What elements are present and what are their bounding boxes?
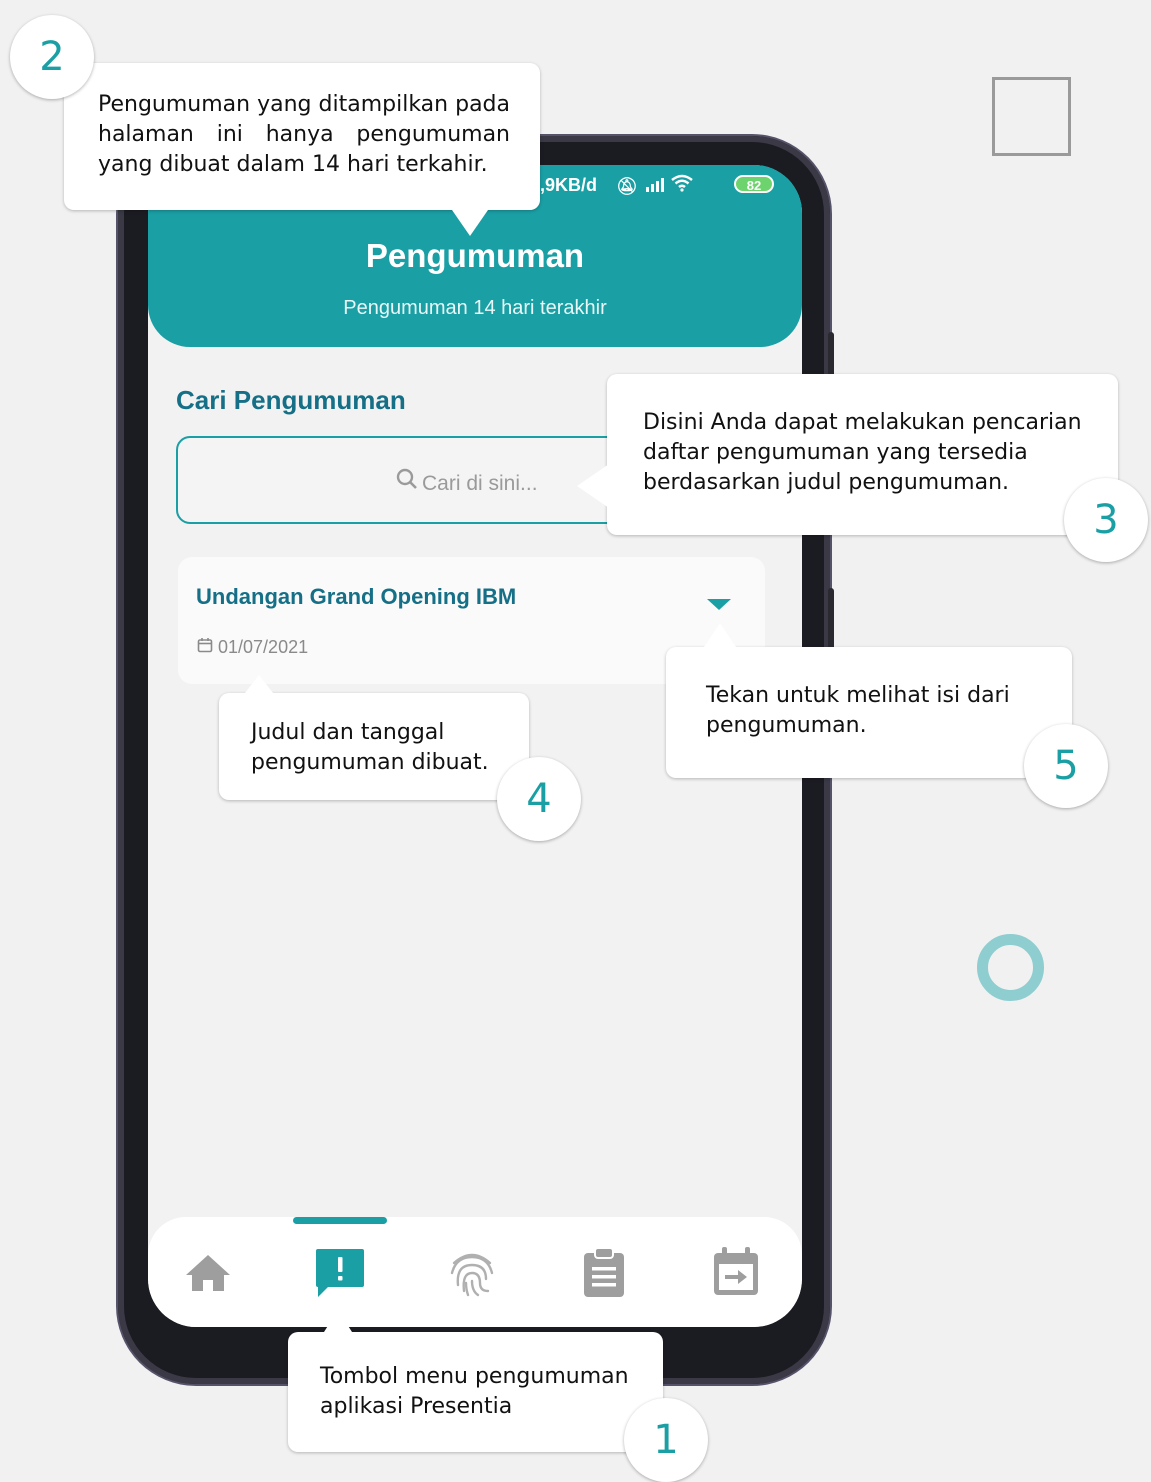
announcement-date: 01/07/2021 [218, 637, 309, 657]
callout-1: Tombol menu pengumuman aplikasi Presenti… [288, 1310, 663, 1452]
page-title: Pengumuman [365, 237, 585, 274]
callout-1-number: 1 [624, 1398, 708, 1482]
battery-indicator: 82 [734, 175, 774, 193]
callout-4-text: Judul dan tanggal pengumuman dibuat. [251, 720, 489, 775]
status-icons: 🔕︎ [616, 174, 694, 197]
callout-3-number: 3 [1064, 478, 1148, 562]
page-subtitle: Pengumuman 14 hari terakhir [343, 297, 607, 319]
callout-4-tail [245, 675, 273, 693]
callout-5-tail [704, 623, 736, 647]
search-icon [396, 468, 418, 496]
callout-2-tail [452, 210, 488, 236]
nav-announcement[interactable] [312, 1245, 368, 1301]
callout-2: Pengumuman yang ditampilkan pada halaman… [64, 63, 540, 236]
nav-home[interactable] [180, 1245, 236, 1301]
callout-5-text: Tekan untuk melihat isi dari pengumuman. [706, 683, 1010, 738]
callout-4: Judul dan tanggal pengumuman dibuat. [219, 675, 529, 800]
callout-3-tail [577, 464, 609, 508]
fingerprint-icon [450, 1253, 494, 1297]
callout-2-text: Pengumuman yang ditampilkan pada halaman… [98, 92, 510, 177]
decorative-square [992, 77, 1071, 156]
announcement-date-row: 01/07/2021 [197, 637, 308, 658]
nav-calendar[interactable] [708, 1245, 764, 1301]
callout-3-text: Disini Anda dapat melakukan pencarian da… [643, 410, 1082, 495]
network-speed: ,9KB/d [540, 175, 598, 195]
search-placeholder: Cari di sini... [422, 472, 538, 495]
decorative-ring [977, 934, 1044, 1001]
mute-icon: 🔕︎ [616, 177, 644, 196]
callout-3: Disini Anda dapat melakukan pencarian da… [577, 374, 1118, 535]
callout-5: Tekan untuk melihat isi dari pengumuman. [666, 623, 1072, 778]
home-icon [186, 1255, 230, 1291]
announcement-title: Undangan Grand Opening IBM [196, 584, 517, 609]
bottom-nav [148, 1217, 802, 1327]
search-placeholder-row: Cari di sini... [396, 468, 538, 496]
clipboard-icon [584, 1247, 624, 1297]
expand-caret-icon[interactable] [707, 599, 731, 610]
callout-1-text: Tombol menu pengumuman aplikasi Presenti… [320, 1364, 629, 1419]
callout-4-number: 4 [497, 757, 581, 841]
callout-2-number: 2 [10, 15, 94, 99]
signal-icon [644, 177, 670, 196]
nav-clipboard[interactable] [576, 1245, 632, 1301]
wifi-icon [670, 174, 694, 196]
nav-fingerprint[interactable] [444, 1245, 500, 1301]
announcement-icon [316, 1249, 364, 1297]
calendar-small-icon [197, 637, 213, 657]
calendar-icon [714, 1247, 758, 1295]
callout-1-tail [324, 1310, 352, 1332]
callout-5-number: 5 [1024, 724, 1108, 808]
nav-active-indicator [293, 1217, 387, 1224]
search-section-title: Cari Pengumuman [176, 385, 406, 415]
